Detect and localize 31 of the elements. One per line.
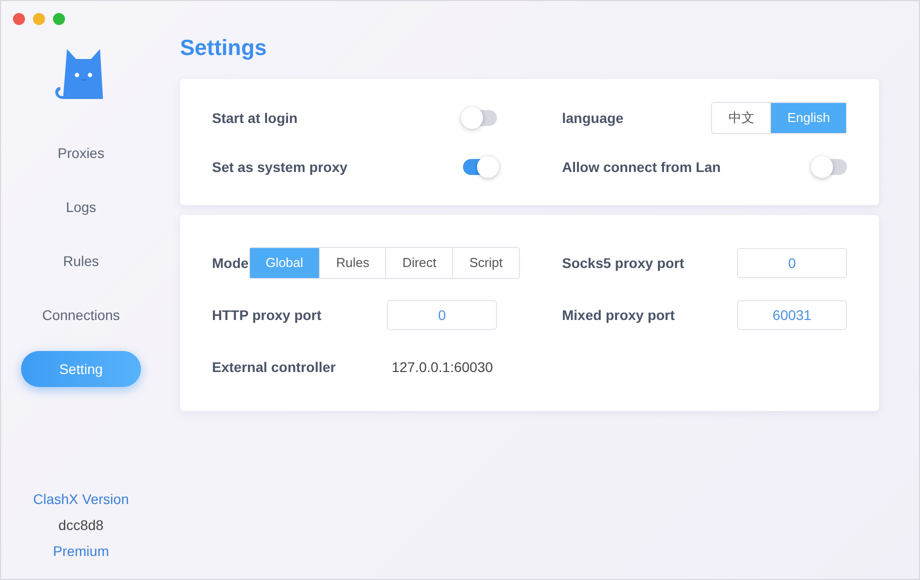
sidebar-item[interactable]: Rules [21,243,141,279]
setting-label: Mode [212,255,249,271]
segment-option[interactable]: Rules [319,248,386,278]
segment-option[interactable]: Direct [385,248,452,278]
setting-label: Mixed proxy port [562,307,675,323]
premium-link[interactable]: Premium [52,543,109,559]
setting-label: language [562,110,624,126]
input-field[interactable]: 60031 [737,300,847,330]
minimize-button[interactable] [33,13,45,25]
toggle-switch[interactable] [463,110,497,126]
version-link[interactable]: ClashX Version [33,491,129,507]
page-title: Settings [180,35,268,61]
setting-label: Socks5 proxy port [562,255,684,271]
setting-label: HTTP proxy port [212,307,322,323]
close-button[interactable] [13,13,25,25]
toggle-switch[interactable] [463,158,497,174]
setting-label: Set as system proxy [212,158,348,174]
toggle-switch[interactable] [813,158,847,174]
input-field[interactable]: 0 [387,300,497,330]
sidebar-item[interactable]: Connections [21,297,141,333]
setting-label: External controller [212,359,336,375]
setting-label: Allow connect from Lan [562,158,721,174]
setting-label: Start at login [212,110,298,126]
version-text: dcc8d8 [58,517,104,533]
zoom-button[interactable] [53,13,65,25]
segment-option[interactable]: Script [452,248,519,278]
input-field[interactable]: 0 [737,248,847,278]
setting-value: 127.0.0.1:60030 [392,359,493,375]
segment-option[interactable]: 中文 [712,102,770,132]
sidebar-item[interactable]: Proxies [21,135,141,171]
sidebar-item[interactable]: Logs [21,189,141,225]
